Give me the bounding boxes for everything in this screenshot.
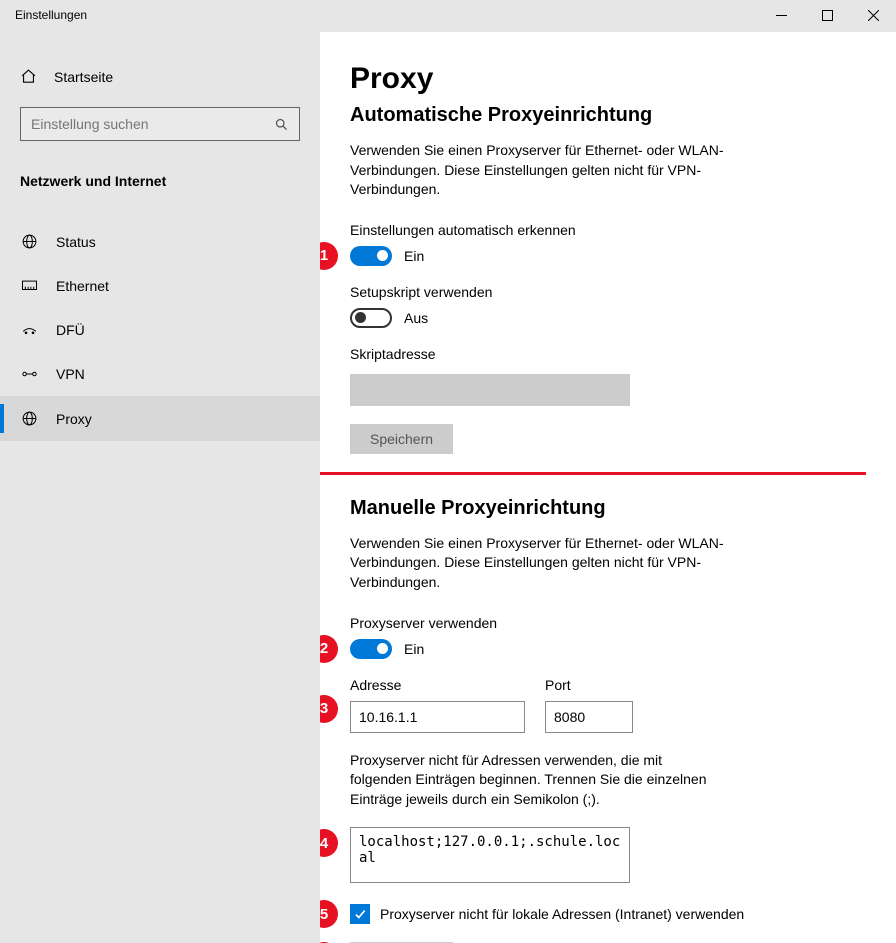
port-label: Port [545, 677, 633, 693]
vpn-icon [20, 367, 38, 381]
script-address-input [350, 374, 630, 406]
ethernet-icon [20, 279, 38, 293]
annotation-marker-4: 4 [320, 829, 338, 857]
manual-description: Verwenden Sie einen Proxyserver für Ethe… [350, 534, 790, 593]
dialup-icon [20, 323, 38, 337]
home-icon [20, 68, 38, 85]
script-use-toggle[interactable] [350, 308, 392, 328]
minimize-button[interactable] [758, 0, 804, 30]
annotation-marker-1: 1 [320, 242, 338, 270]
search-icon [274, 117, 289, 132]
sidebar-item-status[interactable]: Status [0, 219, 320, 264]
sidebar-item-label: Ethernet [56, 278, 109, 294]
bypass-local-label: Proxyserver nicht für lokale Adressen (I… [380, 906, 744, 922]
proxy-icon [20, 410, 38, 427]
annotation-marker-5: 5 [320, 900, 338, 928]
sidebar-item-ethernet[interactable]: Ethernet [0, 264, 320, 308]
use-proxy-label: Proxyserver verwenden [350, 615, 896, 631]
manual-heading: Manuelle Proxyeinrichtung [350, 497, 896, 520]
auto-save-button[interactable]: Speichern [350, 424, 453, 454]
auto-detect-label: Einstellungen automatisch erkennen [350, 222, 896, 238]
auto-detect-state: Ein [404, 248, 424, 264]
sidebar-item-label: VPN [56, 366, 85, 382]
sidebar-item-dfu[interactable]: DFÜ [0, 308, 320, 352]
section-divider [320, 472, 866, 475]
sidebar-item-label: Status [56, 234, 96, 250]
auto-description: Verwenden Sie einen Proxyserver für Ethe… [350, 141, 790, 200]
use-proxy-state: Ein [404, 641, 424, 657]
script-use-state: Aus [404, 310, 428, 326]
sidebar-item-proxy[interactable]: Proxy [0, 396, 320, 441]
sidebar: Startseite Netzwerk und Internet Status … [0, 32, 320, 943]
search-box[interactable] [20, 107, 300, 141]
address-input[interactable] [350, 701, 525, 733]
window-title: Einstellungen [0, 0, 102, 30]
sidebar-item-label: Proxy [56, 411, 92, 427]
address-label: Adresse [350, 677, 525, 693]
sidebar-section-title: Netzwerk und Internet [0, 155, 320, 199]
script-address-label: Skriptadresse [350, 346, 896, 362]
content-area: Proxy Automatische Proxyeinrichtung Verw… [320, 32, 896, 943]
search-input[interactable] [31, 116, 274, 132]
window-controls [758, 0, 896, 30]
sidebar-home-label: Startseite [54, 69, 113, 85]
close-button[interactable] [850, 0, 896, 30]
auto-heading: Automatische Proxyeinrichtung [350, 104, 896, 127]
sidebar-item-vpn[interactable]: VPN [0, 352, 320, 396]
exceptions-description: Proxyserver nicht für Adressen verwenden… [350, 751, 710, 810]
auto-detect-toggle[interactable] [350, 246, 392, 266]
script-use-label: Setupskript verwenden [350, 284, 896, 300]
sidebar-item-label: DFÜ [56, 322, 85, 338]
globe-icon [20, 233, 38, 250]
sidebar-home[interactable]: Startseite [0, 60, 320, 93]
use-proxy-toggle[interactable] [350, 639, 392, 659]
annotation-marker-3: 3 [320, 695, 338, 723]
bypass-local-checkbox[interactable] [350, 904, 370, 924]
exceptions-input[interactable] [350, 827, 630, 883]
port-input[interactable] [545, 701, 633, 733]
maximize-button[interactable] [804, 0, 850, 30]
annotation-marker-2: 2 [320, 635, 338, 663]
page-title: Proxy [350, 62, 896, 96]
